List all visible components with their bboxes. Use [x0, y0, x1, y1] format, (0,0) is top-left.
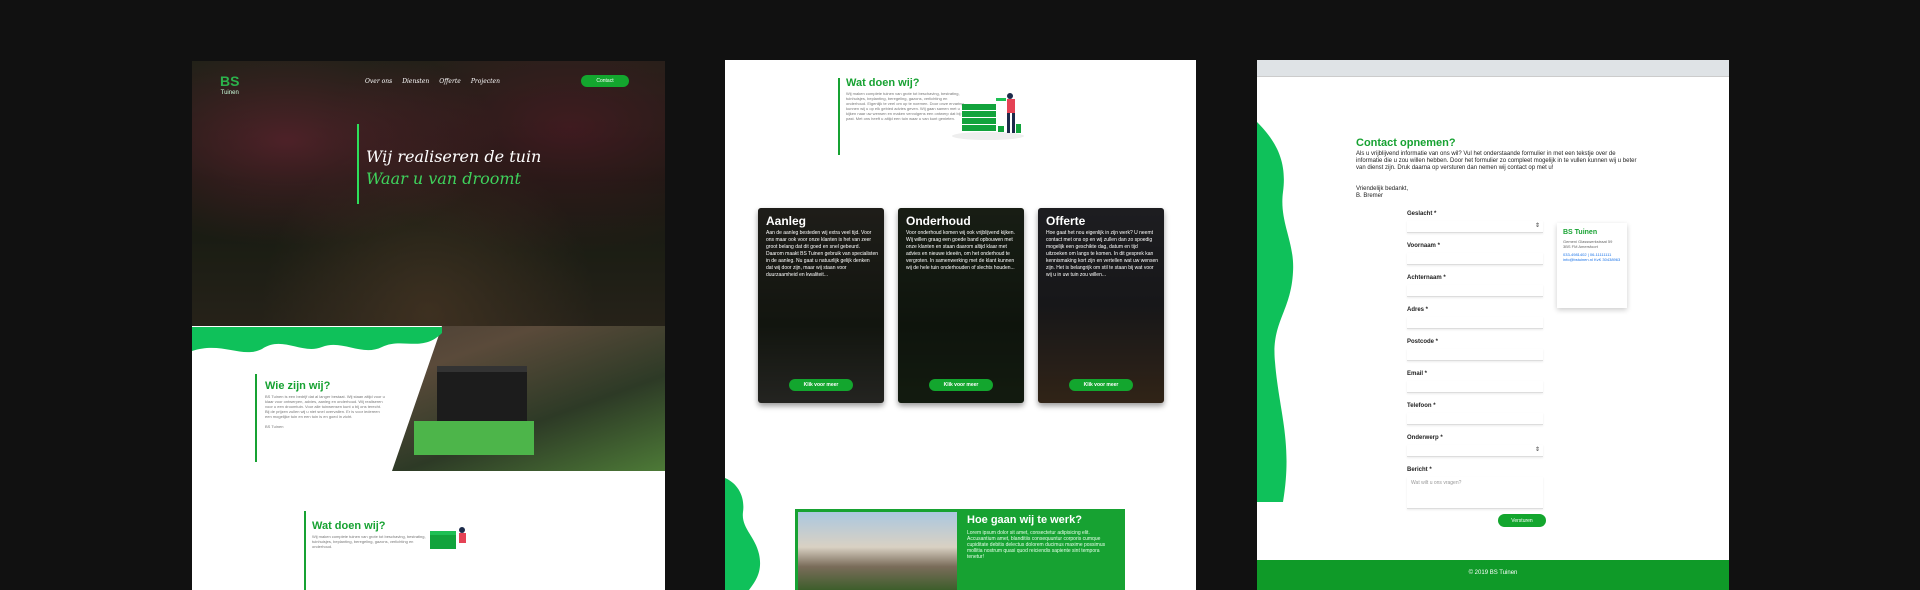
more-button[interactable]: Klik voor meer [929, 379, 993, 391]
regards-text: Vriendelijk bedankt, [1356, 186, 1409, 192]
send-button[interactable]: Versturen [1498, 514, 1546, 527]
subject-label: Onderwerp * [1407, 435, 1443, 441]
what-text: Wij maken complete tuinen van grote tot … [846, 91, 964, 121]
who-text: BS Tuinen is een bedrijf dat al langer b… [265, 394, 385, 429]
who-signature: BS Tuinen [265, 424, 284, 429]
nav-item-over-ons[interactable]: Over ons [365, 78, 392, 85]
service-card-offerte[interactable]: Offerte Hoe gaat het nou eigenlijk in zi… [1038, 208, 1164, 403]
who-body: BS Tuinen is een bedrijf dat al langer b… [265, 394, 385, 419]
who-title: Wie zijn wij? [265, 380, 331, 392]
card-text: Voor onderhoud komen wij ook vrijblijven… [906, 230, 1015, 271]
contact-regards: Vriendelijk bedankt, B. Bremer [1356, 186, 1408, 200]
what-accent-bar [838, 78, 840, 155]
work-title: Hoe gaan wij te werk? [967, 514, 1082, 526]
green-wave-decoration [1257, 122, 1294, 502]
address-field[interactable] [1407, 317, 1543, 329]
footer: © 2019 BS Tuinen [1257, 560, 1729, 590]
firstname-label: Voornaam * [1407, 243, 1440, 249]
gender-select[interactable] [1407, 221, 1543, 233]
footer-copyright: © 2019 BS Tuinen [1468, 570, 1518, 576]
map[interactable] [1257, 60, 1729, 77]
contact-button[interactable]: Contact [581, 75, 629, 87]
service-card-aanleg[interactable]: Aanleg Aan de aanleg besteden wij extra … [758, 208, 884, 403]
postcode-label: Postcode * [1407, 339, 1439, 345]
service-card-onderhoud[interactable]: Onderhoud Voor onderhoud komen wij ook v… [898, 208, 1024, 403]
logo[interactable]: BS Tuinen [220, 74, 239, 99]
postcode-field[interactable] [1407, 349, 1543, 361]
company-card: BS Tuinen Gemeni Glasswerkstraat 59 3BS … [1557, 223, 1627, 308]
contact-page-mockup: Contact opnemen? Als u vrijblijvend info… [1257, 60, 1729, 590]
message-label: Bericht * [1407, 467, 1432, 473]
service-cards: Aanleg Aan de aanleg besteden wij extra … [758, 208, 1164, 403]
nav-item-offerte[interactable]: Offerte [439, 78, 461, 85]
what-section [192, 471, 665, 590]
nav-item-projecten[interactable]: Projecten [471, 78, 500, 85]
hero-subheading: Waar u van droomt [366, 169, 521, 188]
lastname-label: Achternaam * [1407, 275, 1446, 281]
company-address: Gemeni Glasswerkstraat 59 3BS FM Amersfo… [1563, 239, 1613, 249]
home-page-mockup: BS Tuinen Over ons Diensten Offerte Proj… [192, 61, 665, 590]
nav-item-diensten[interactable]: Diensten [402, 78, 429, 85]
card-text: Hoe gaat het nou eigenlijk in zijn werk?… [1046, 230, 1158, 278]
who-accent-bar [255, 374, 257, 462]
pavers-illustration [430, 527, 466, 549]
email-label: Email * [1407, 371, 1428, 377]
address-label: Adres * [1407, 307, 1429, 313]
gender-label: Geslacht * [1407, 211, 1437, 217]
what-title: Wat doen wij? [846, 77, 920, 89]
card-title: Aanleg [766, 214, 807, 228]
contact-title: Contact opnemen? [1356, 137, 1456, 149]
contact-form: Geslacht * Voornaam * Achternaam * Adres… [1407, 211, 1543, 519]
main-nav: Over ons Diensten Offerte Projecten [365, 78, 500, 85]
phone-label: Telefoon * [1407, 403, 1436, 409]
what-accent-bar [304, 511, 306, 590]
work-text: Lorem ipsum dolor sit amet, consectetur … [967, 530, 1106, 560]
hero-heading: Wij realiseren de tuin [366, 147, 542, 166]
company-name: BS Tuinen [1563, 229, 1598, 236]
card-title: Onderhoud [906, 214, 971, 228]
more-button[interactable]: Klik voor meer [1069, 379, 1133, 391]
subject-select[interactable] [1407, 445, 1543, 457]
what-title: Wat doen wij? [312, 520, 386, 532]
work-section: Hoe gaan wij te werk? Lorem ipsum dolor … [795, 509, 1125, 590]
lawn-shape [414, 421, 534, 455]
services-page-mockup: Wat doen wij? Wij maken complete tuinen … [725, 60, 1196, 590]
firstname-field[interactable] [1407, 253, 1543, 265]
pavers-illustration [952, 93, 1024, 140]
card-text: Aan de aanleg besteden wij extra veel ti… [766, 230, 879, 278]
lastname-field[interactable] [1407, 285, 1543, 297]
email-field[interactable] [1407, 381, 1543, 393]
contact-intro: Als u vrijblijvend informatie van ons wi… [1356, 151, 1637, 171]
company-links[interactable]: 033-4981402 | 06-11111111 info@bstuinen.… [1563, 252, 1621, 262]
green-wave-decoration [725, 478, 761, 590]
logo-sub: Tuinen [220, 90, 239, 96]
what-text: Wij maken complete tuinen van grote tot … [312, 534, 426, 549]
signature: B. Bremer [1356, 193, 1384, 199]
more-button[interactable]: Klik voor meer [789, 379, 853, 391]
green-wave-decoration [192, 327, 442, 353]
building-photo [798, 512, 957, 590]
message-textarea[interactable]: Wat wilt u ons vragen? [1407, 477, 1543, 509]
hero-accent-bar [357, 124, 359, 204]
hero-image [192, 61, 665, 326]
garden-shed-shape [437, 366, 527, 426]
phone-field[interactable] [1407, 413, 1543, 425]
card-title: Offerte [1046, 214, 1086, 228]
